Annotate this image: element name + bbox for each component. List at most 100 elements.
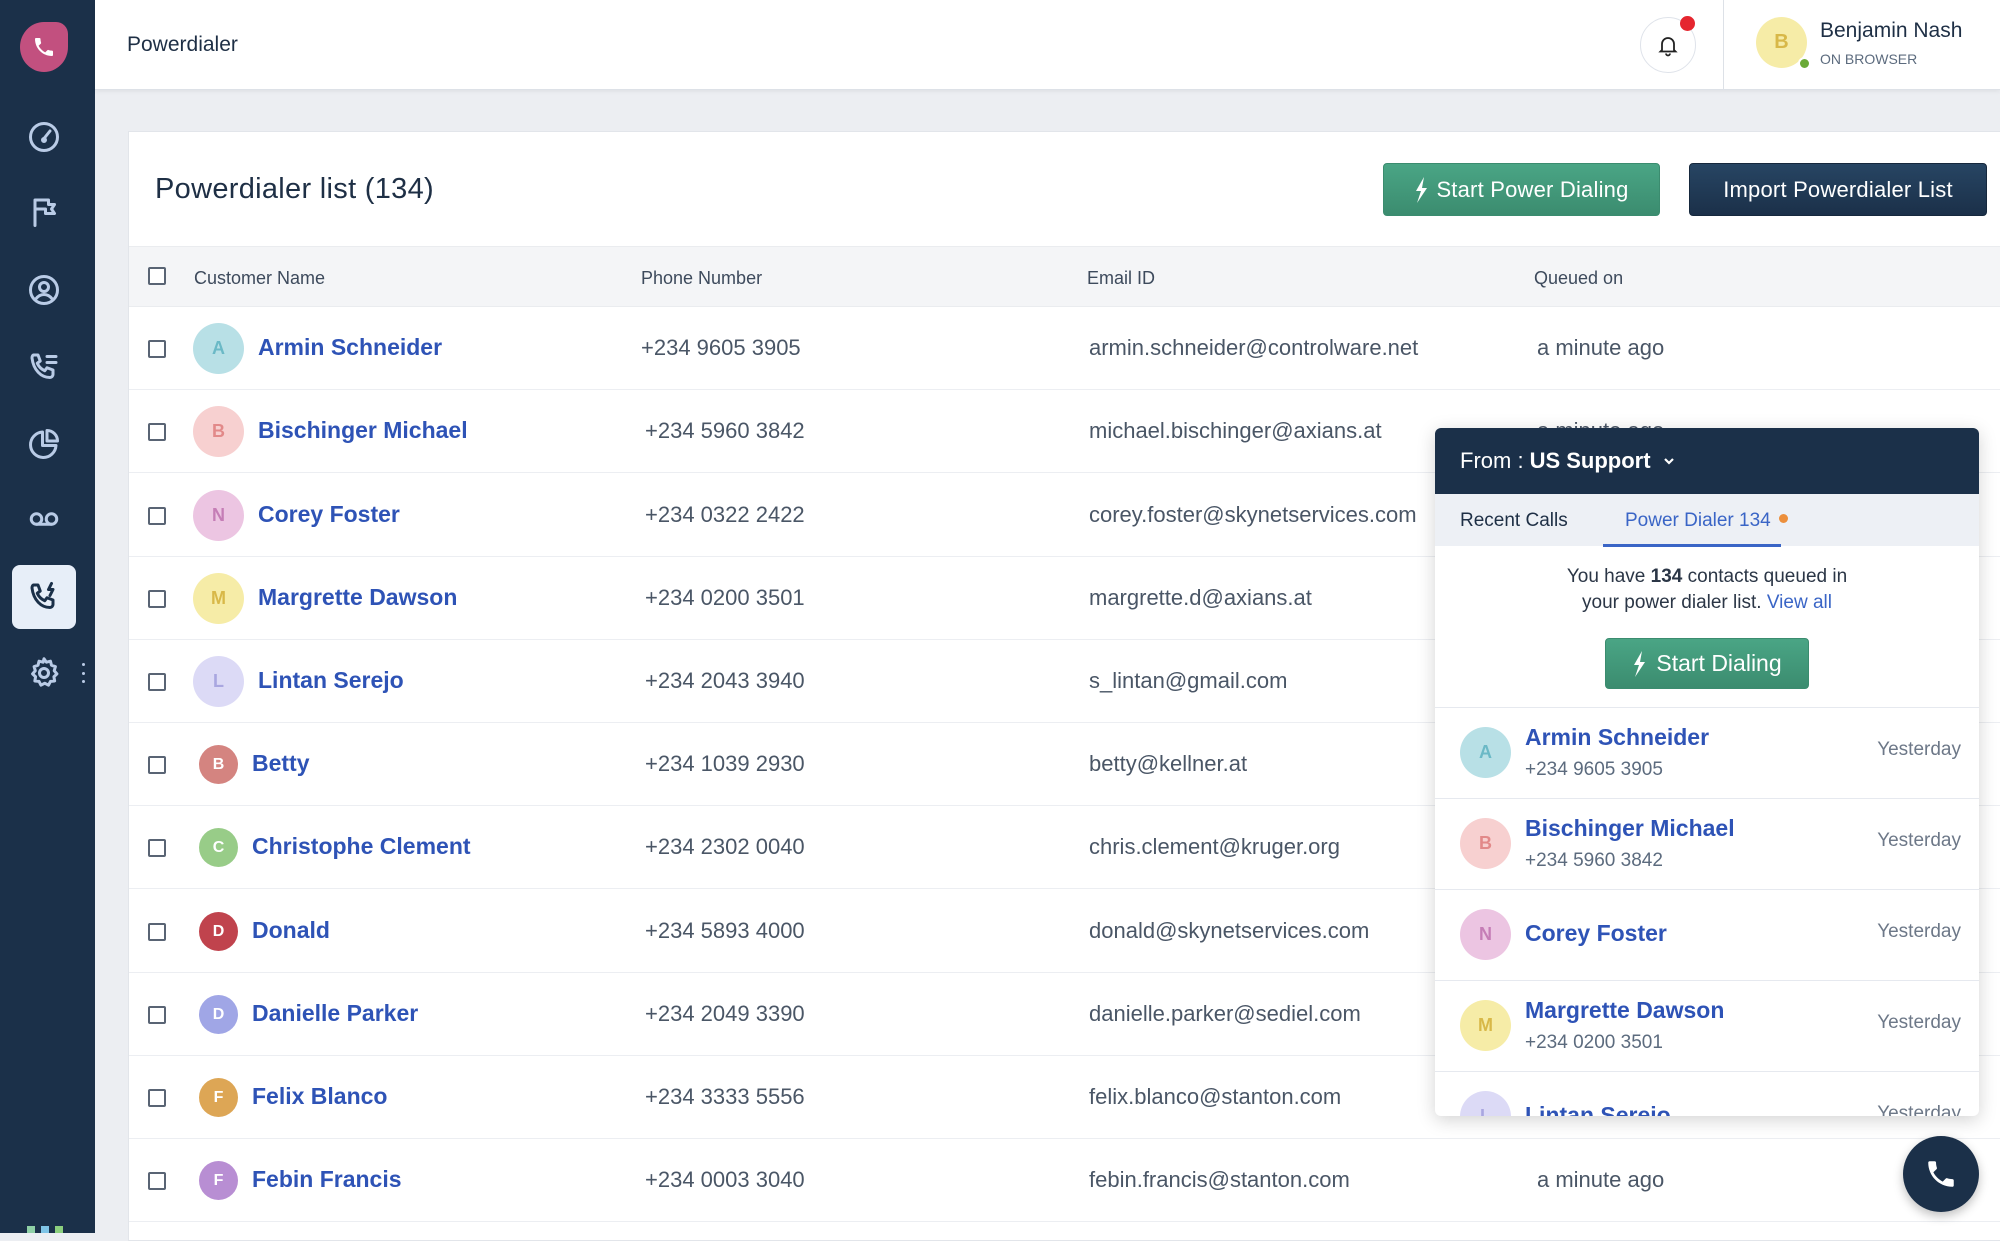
avatar-initial: L xyxy=(1480,1106,1491,1116)
phone-number: +234 5960 3842 xyxy=(645,418,805,443)
status-indicators xyxy=(27,1226,63,1233)
popup-contact-item[interactable]: A Armin Schneider +234 9605 3905 Yesterday xyxy=(1435,707,1979,798)
popup-contact-item[interactable]: B Bischinger Michael +234 5960 3842 Yesterd… xyxy=(1435,798,1979,889)
row-checkbox[interactable] xyxy=(148,923,166,941)
header-divider xyxy=(1723,0,1724,90)
import-powerdialer-list-button[interactable]: Import Powerdialer List xyxy=(1689,163,1987,216)
customer-name-link[interactable]: Betty xyxy=(252,750,310,777)
sidebar-item-call-logs[interactable] xyxy=(22,345,66,389)
contact-time: Yesterday xyxy=(1877,1103,1961,1116)
phone-number: +234 2043 3940 xyxy=(645,668,805,693)
list-title: Powerdialer list (134) xyxy=(155,173,434,205)
user-avatar[interactable]: B xyxy=(1756,17,1811,70)
row-checkbox[interactable] xyxy=(148,423,166,441)
phone-icon xyxy=(1928,1161,1954,1187)
customer-name-link[interactable]: Lintan Serejo xyxy=(258,667,404,694)
contact-name-link[interactable]: Corey Foster xyxy=(1525,920,1667,947)
view-all-link[interactable]: View all xyxy=(1767,592,1832,613)
chevron-down-icon xyxy=(1663,458,1674,465)
customer-name-link[interactable]: Donald xyxy=(252,917,330,944)
tab-power-dialer[interactable]: Power Dialer 134 xyxy=(1625,510,1788,532)
customer-name-link[interactable]: Margrette Dawson xyxy=(258,584,457,611)
customer-name-link[interactable]: Danielle Parker xyxy=(252,1000,418,1027)
row-checkbox[interactable] xyxy=(148,1172,166,1190)
user-status: ON BROWSER xyxy=(1820,51,1918,67)
select-all-checkbox[interactable] xyxy=(148,267,166,285)
avatar: M xyxy=(193,573,244,624)
row-checkbox[interactable] xyxy=(148,1006,166,1024)
avatar: N xyxy=(1460,909,1511,960)
sidebar-item-dashboard[interactable] xyxy=(22,115,66,159)
start-dialing-label: Start Dialing xyxy=(1656,650,1782,676)
contact-name-link[interactable]: Lintan Serejo xyxy=(1525,1102,1671,1116)
row-checkbox[interactable] xyxy=(148,590,166,608)
queued-on: a minute ago xyxy=(1537,1167,1665,1192)
avatar: N xyxy=(193,490,244,541)
from-selector[interactable]: From : US Support xyxy=(1435,428,1979,494)
contact-name-link[interactable]: Armin Schneider xyxy=(1525,724,1709,751)
email-id: michael.bischinger@axians.at xyxy=(1089,418,1382,443)
sidebar-item-settings[interactable] xyxy=(22,651,66,695)
email-id: danielle.parker@sediel.com xyxy=(1089,1001,1361,1026)
sidebar-item-campaigns[interactable] xyxy=(22,190,66,234)
row-checkbox[interactable] xyxy=(148,507,166,525)
queue-info: You have 134 contacts queued in your pow… xyxy=(1435,564,1979,616)
avatar: F xyxy=(199,1161,238,1200)
avatar: L xyxy=(1460,1091,1511,1116)
popup-contact-item[interactable]: N Corey Foster Yesterday xyxy=(1435,889,1979,980)
more-options-icon[interactable] xyxy=(80,663,86,683)
column-header-queued-on[interactable]: Queued on xyxy=(1534,268,1623,289)
online-status-dot xyxy=(1798,57,1811,70)
row-checkbox[interactable] xyxy=(148,340,166,358)
avatar-initial: A xyxy=(1479,742,1492,762)
email-id: betty@kellner.at xyxy=(1089,751,1248,776)
customer-name-link[interactable]: Felix Blanco xyxy=(252,1083,387,1110)
phone-list-icon xyxy=(30,353,58,379)
row-checkbox[interactable] xyxy=(148,839,166,857)
popup-contact-item[interactable]: M Margrette Dawson +234 0200 3501 Yesterday xyxy=(1435,980,1979,1071)
avatar-initial: F xyxy=(213,1171,224,1189)
contact-name-link[interactable]: Bischinger Michael xyxy=(1525,815,1735,842)
sidebar-item-reports[interactable] xyxy=(22,422,66,466)
notifications-button[interactable] xyxy=(1640,16,1696,73)
row-checkbox[interactable] xyxy=(148,673,166,691)
table-row[interactable]: F Febin Francis +234 0003 3040 febin.franci… xyxy=(129,1139,2000,1222)
from-value: US Support xyxy=(1529,448,1651,473)
sidebar-item-contacts[interactable] xyxy=(22,268,66,312)
avatar-initial: B xyxy=(212,421,225,441)
email-id: chris.clement@kruger.org xyxy=(1089,834,1340,859)
row-checkbox[interactable] xyxy=(148,1089,166,1107)
row-checkbox[interactable] xyxy=(148,756,166,774)
popup-contact-item[interactable]: L Lintan Serejo Yesterday xyxy=(1435,1071,1979,1116)
start-dialing-button[interactable]: Start Dialing xyxy=(1605,638,1809,689)
avatar-initial: M xyxy=(211,588,226,608)
phone-number: +234 2302 0040 xyxy=(645,834,805,859)
info-middle: contacts queued in xyxy=(1687,566,1848,587)
column-header-phone-number[interactable]: Phone Number xyxy=(641,268,762,289)
avatar-initial: D xyxy=(212,1005,225,1023)
column-header-customer-name[interactable]: Customer Name xyxy=(194,268,325,289)
avatar-initial: N xyxy=(212,505,225,525)
sidebar-item-powerdialer[interactable] xyxy=(12,565,76,629)
app-logo[interactable] xyxy=(20,22,68,72)
phone-number: +234 0200 3501 xyxy=(645,585,805,610)
customer-name-link[interactable]: Armin Schneider xyxy=(258,334,442,361)
avatar: C xyxy=(199,828,238,867)
avatar-initial: N xyxy=(1479,924,1492,944)
user-name[interactable]: Benjamin Nash xyxy=(1820,19,1962,43)
avatar: A xyxy=(1460,727,1511,778)
contact-name-link[interactable]: Margrette Dawson xyxy=(1525,997,1724,1024)
customer-name-link[interactable]: Christophe Clement xyxy=(252,833,471,860)
customer-name-link[interactable]: Bischinger Michael xyxy=(258,417,468,444)
voicemail-icon xyxy=(29,512,59,526)
tab-recent-calls[interactable]: Recent Calls xyxy=(1460,510,1568,532)
tab-power-dialer-label: Power Dialer 134 xyxy=(1625,510,1771,531)
dialer-fab-button[interactable] xyxy=(1903,1136,1979,1212)
customer-name-link[interactable]: Febin Francis xyxy=(252,1166,402,1193)
table-row[interactable]: A Armin Schneider +234 9605 3905 armin.schn… xyxy=(129,307,2000,390)
customer-name-link[interactable]: Corey Foster xyxy=(258,501,400,528)
sidebar-item-voicemail[interactable] xyxy=(22,497,66,541)
email-id: felix.blanco@stanton.com xyxy=(1089,1084,1342,1109)
column-header-email-id[interactable]: Email ID xyxy=(1087,268,1155,289)
start-power-dialing-button[interactable]: Start Power Dialing xyxy=(1383,163,1660,216)
